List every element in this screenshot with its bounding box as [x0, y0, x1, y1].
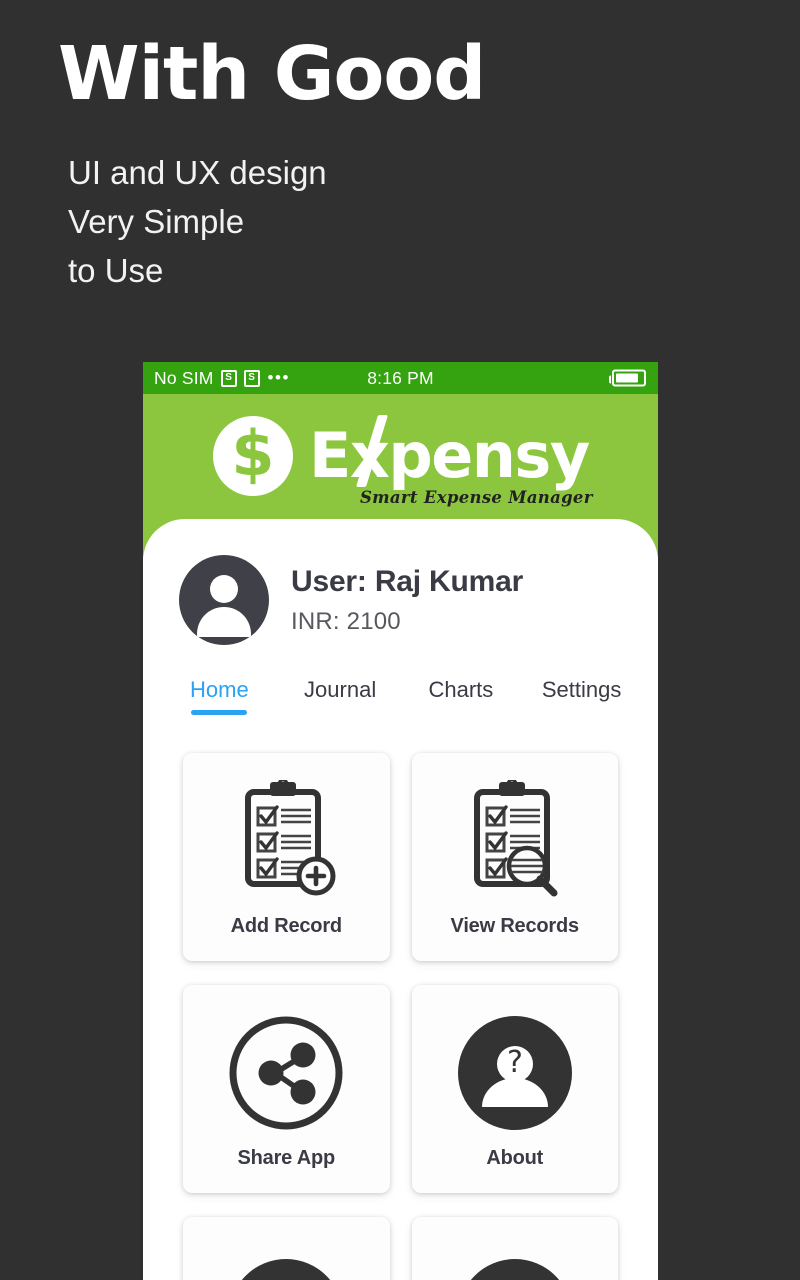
user-name-label: User: Raj Kumar [291, 564, 524, 598]
card-row3-left[interactable] [183, 1217, 390, 1280]
content-sheet: User: Raj Kumar INR: 2100 Home Journal C… [143, 519, 658, 1280]
dollar-coin-icon: $ [213, 416, 293, 496]
card-label: Share App [237, 1146, 336, 1169]
user-avatar-icon[interactable] [179, 555, 269, 645]
avatar-body [197, 607, 251, 637]
tab-settings[interactable]: Settings [521, 677, 642, 715]
clipboard-plus-icon [230, 777, 342, 905]
page-title: With Good [58, 31, 486, 117]
promo-subtitle: UI and UX design Very Simple to Use [68, 148, 327, 295]
action-card-grid: Add Record View Records Share App ? Abou… [143, 753, 658, 1280]
clipboard-search-icon [459, 777, 571, 905]
promo-subtitle-line-2: Very Simple [68, 203, 245, 240]
tab-charts[interactable]: Charts [401, 677, 522, 715]
card-about[interactable]: ? About [411, 985, 618, 1193]
battery-icon [609, 369, 646, 387]
card-label: About [486, 1146, 544, 1169]
app-tagline: Smart Expense Manager [359, 488, 593, 507]
promo-subtitle-line-3: to Use [68, 252, 164, 289]
status-bar: No SIM S S ••• 8:16 PM [143, 362, 658, 394]
app-logo-text: Expensy Smart Expense Manager [309, 415, 592, 507]
status-bar-clock: 8:16 PM [367, 367, 434, 388]
card-view-records[interactable]: View Records [411, 753, 618, 961]
card-label: Add Record [230, 914, 343, 937]
svg-text:?: ? [507, 1045, 523, 1080]
dark-circle-icon [454, 1252, 576, 1280]
person-question-icon: ? [454, 1009, 576, 1137]
tab-journal[interactable]: Journal [280, 677, 401, 715]
promo-subtitle-line-1: UI and UX design [68, 154, 327, 191]
dark-circle-icon [225, 1252, 347, 1280]
app-name: Expensy [309, 419, 590, 492]
user-text-block: User: Raj Kumar INR: 2100 [291, 565, 523, 636]
share-circle-icon [225, 1009, 347, 1137]
card-add-record[interactable]: Add Record [183, 753, 390, 961]
tab-home[interactable]: Home [159, 677, 280, 715]
avatar-head [210, 575, 238, 603]
card-label: View Records [450, 914, 580, 937]
tab-bar: Home Journal Charts Settings [143, 677, 658, 715]
user-profile-row[interactable]: User: Raj Kumar INR: 2100 [143, 519, 658, 645]
app-logo: $ Expensy Smart Expense Manager [213, 415, 592, 507]
phone-mockup: No SIM S S ••• 8:16 PM $ Expensy Smart E… [143, 362, 658, 1280]
card-share-app[interactable]: Share App [183, 985, 390, 1193]
card-row3-right[interactable] [411, 1217, 618, 1280]
dollar-sign-glyph: $ [231, 417, 275, 490]
user-balance-label: INR: 2100 [291, 607, 401, 635]
